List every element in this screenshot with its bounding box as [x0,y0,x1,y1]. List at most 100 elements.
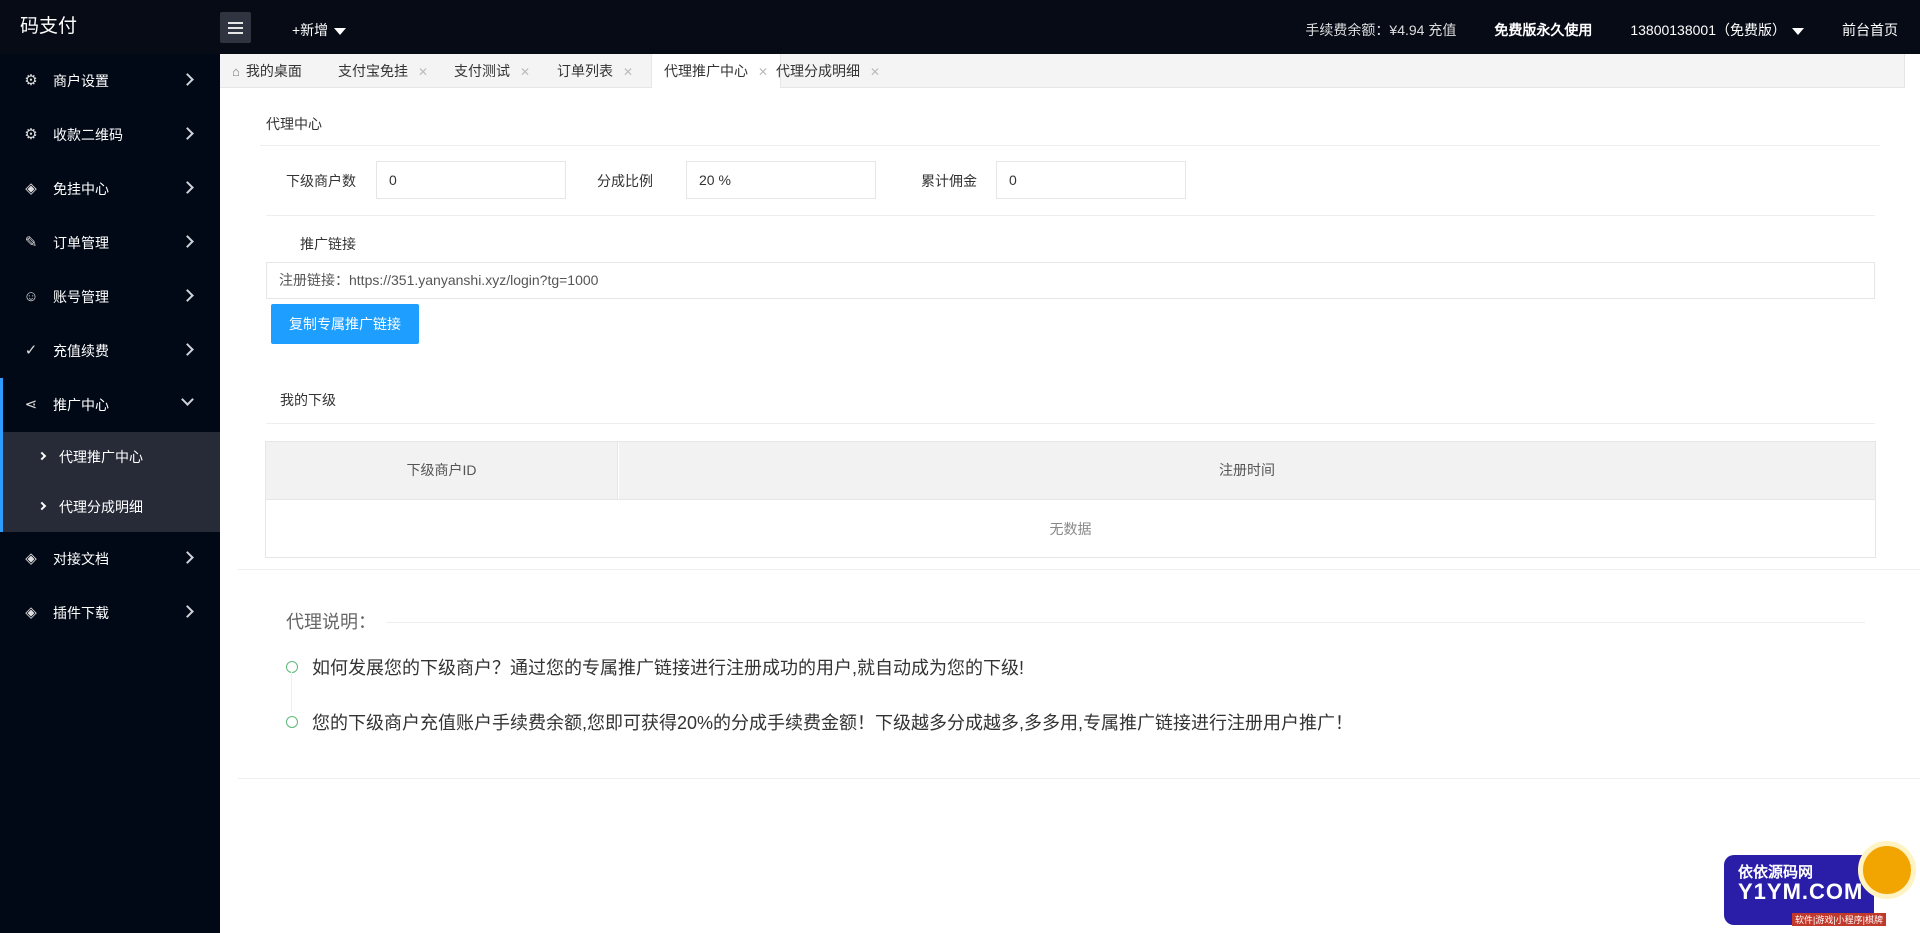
legend-line [380,622,1865,623]
tab-alipay[interactable]: 支付宝免挂 ✕ [326,54,440,88]
note-item: 如何发展您的下级商户？通过您的专属推广链接进行注册成功的用户,就自动成为您的下级… [286,654,1024,680]
magnifier-icon [1858,841,1916,899]
fee-balance[interactable]: 手续费余额：¥4.94 充值 [1305,0,1456,60]
tab-order-list[interactable]: 订单列表 ✕ [545,54,645,88]
chevron-right-icon [181,235,194,248]
register-link-field[interactable]: 注册链接：https://351.yanyanshi.xyz/login?tg=… [266,262,1875,299]
tab-agent-center[interactable]: 代理推广中心 ✕ [651,54,782,89]
tab-label: 支付测试 [454,63,510,79]
sidebar-item-free-hang[interactable]: ◈ 免挂中心 [0,162,220,216]
tab-label: 代理推广中心 [664,63,748,79]
divider [266,215,1875,216]
sidebar-subitem-agent-commission[interactable]: 代理分成明细 [0,482,220,532]
divider [260,145,1880,146]
sidebar-subitem-label: 代理推广中心 [59,449,143,465]
chevron-right-icon [181,605,194,618]
caret-down-icon [334,27,347,35]
sidebar-item-accounts[interactable]: ☺ 账号管理 [0,270,220,324]
tab-bar: ⌂ 我的桌面 支付宝免挂 ✕ 支付测试 ✕ 订单列表 ✕ 代理推广中心 ✕ 代理分成明细 ✕ [220,54,1920,89]
sub-count-field[interactable]: 0 [376,161,566,199]
tab-desktop[interactable]: ⌂ 我的桌面 [220,54,314,88]
panel-title: 代理中心 [266,116,322,132]
divider [266,423,1875,424]
chevron-down-icon [181,393,194,406]
user-menu[interactable]: 13800138001（免费版） [1630,0,1804,60]
chevron-right-icon [37,501,47,511]
sidebar-item-qrcode[interactable]: ⚙ 收款二维码 [0,108,220,162]
chevron-right-icon [181,181,194,194]
tab-label: 订单列表 [557,63,613,79]
sidebar-item-label: 商户设置 [53,73,109,89]
gear-icon: ⚙ [24,126,38,143]
chevron-right-icon [37,451,47,461]
hamburger-icon [228,22,243,24]
sidebar-item-plugins[interactable]: ◈ 插件下载 [0,586,220,640]
vine-icon: ✓ [24,342,38,359]
gear-icon: ⚙ [24,72,38,89]
sidebar-item-label: 订单管理 [53,235,109,251]
sidebar-item-recharge[interactable]: ✓ 充值续费 [0,324,220,378]
close-icon[interactable]: ✕ [520,65,530,79]
tab-pay-test[interactable]: 支付测试 ✕ [442,54,542,88]
divider [238,778,1920,779]
sidebar-item-label: 免挂中心 [53,181,109,197]
chevron-right-icon [181,127,194,140]
sidebar-item-label: 账号管理 [53,289,109,305]
sidebar-subitem-agent-center[interactable]: 代理推广中心 [0,432,220,482]
sidebar-item-promotion[interactable]: ⋖ 推广中心 [0,378,220,432]
top-right-nav: 手续费余额：¥4.94 充值 免费版永久使用 13800138001（免费版） … [1267,0,1898,60]
front-home-link[interactable]: 前台首页 [1842,0,1898,60]
app-logo[interactable]: 码支付 [20,0,77,54]
timeline-line [291,672,292,712]
tab-scroll-button[interactable] [1904,54,1920,88]
close-icon[interactable]: ✕ [418,65,428,79]
table-header-register-time[interactable]: 注册时间 [619,442,1875,499]
sidebar-item-merchant-settings[interactable]: ⚙ 商户设置 [0,54,220,108]
chevron-right-icon [181,551,194,564]
ratio-label: 分成比例 [597,173,653,189]
divider [238,569,1920,570]
chevron-right-icon [181,289,194,302]
cube-icon: ◈ [25,604,37,621]
sub-count-label: 下级商户数 [286,173,356,189]
sidebar: ⚙ 商户设置 ⚙ 收款二维码 ◈ 免挂中心 ✎ 订单管理 ☺ 账号管理 ✓ 充值… [0,54,220,933]
my-subordinates-title: 我的下级 [280,392,336,408]
cube-icon: ◈ [25,180,37,197]
timeline-dot-icon [286,661,298,674]
menu-toggle-button[interactable] [220,12,251,43]
user-label: 13800138001（免费版） [1630,22,1786,38]
ratio-field[interactable]: 20 % [686,161,876,199]
commission-field[interactable]: 0 [996,161,1186,199]
new-dropdown[interactable]: +新增 [292,0,347,60]
note-item: 您的下级商户充值账户手续费余额,您即可获得20%的分成手续费金额！下级越多分成越… [286,709,1353,735]
table-header-merchant-id[interactable]: 下级商户ID [266,442,618,499]
top-header: 码支付 +新增 手续费余额：¥4.94 充值 免费版永久使用 138001380… [0,0,1920,54]
share-icon: ⋖ [24,396,38,413]
tab-label: 支付宝免挂 [338,63,408,79]
cube-icon: ◈ [25,550,37,567]
sidebar-item-label: 推广中心 [53,397,109,413]
free-version-label: 免费版永久使用 [1494,22,1593,38]
sidebar-item-orders[interactable]: ✎ 订单管理 [0,216,220,270]
copy-link-button[interactable]: 复制专属推广链接 [271,304,419,344]
subordinates-table: 下级商户ID 注册时间 无数据 [265,441,1876,558]
commission-label: 累计佣金 [921,173,977,189]
close-icon[interactable]: ✕ [623,65,633,79]
home-icon: ⌂ [232,64,240,79]
timeline-dot-icon [286,716,298,729]
main-content: 代理中心 下级商户数 0 分成比例 20 % 累计佣金 0 推广链接 注册链接：… [220,88,1920,933]
tab-agent-commission[interactable]: 代理分成明细 ✕ [764,54,892,88]
close-icon[interactable]: ✕ [870,65,880,79]
sidebar-item-label: 插件下载 [53,605,109,621]
user-icon: ☺ [23,288,39,305]
sidebar-item-label: 对接文档 [53,551,109,567]
sidebar-item-label: 收款二维码 [53,127,123,143]
new-label: +新增 [292,22,329,38]
chevron-right-icon [181,73,194,86]
tab-label: 我的桌面 [245,63,302,79]
sidebar-item-docs[interactable]: ◈ 对接文档 [0,532,220,586]
table-empty-message: 无数据 [266,499,1875,557]
caret-down-icon [1792,27,1804,35]
edit-icon: ✎ [24,234,38,251]
notes-title: 代理说明： [286,608,386,634]
